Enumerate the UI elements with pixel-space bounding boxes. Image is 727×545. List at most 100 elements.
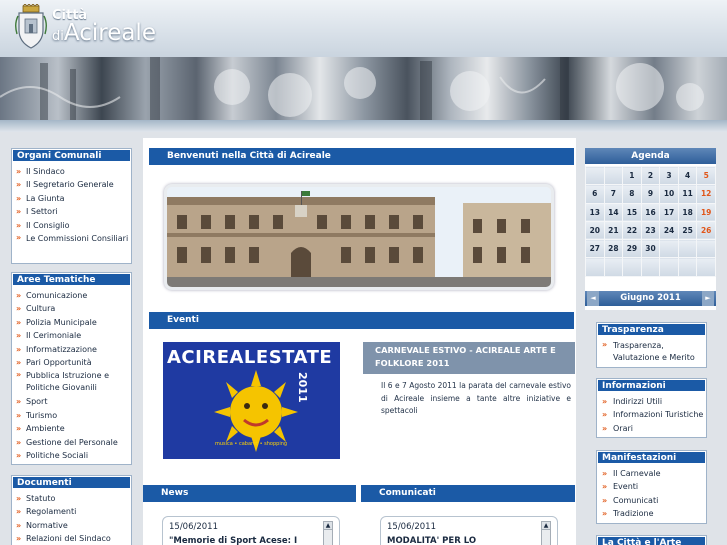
calendar-day[interactable]: 6: [585, 184, 605, 204]
menu-item-pari-opportunita[interactable]: Pari Opportunità: [12, 356, 131, 370]
header-banner-image: [0, 57, 727, 121]
calendar-day[interactable]: 14: [603, 202, 624, 222]
city-title: diAcireale: [52, 20, 156, 46]
news-scrollbar[interactable]: ▲: [323, 521, 333, 545]
calendar-day[interactable]: 15: [622, 202, 642, 222]
calendar-day[interactable]: 12: [696, 184, 716, 204]
calendar-day: [677, 239, 698, 259]
calendar-week: 20 21 22 23 24 25 26: [585, 220, 716, 241]
menu-item-consiglio[interactable]: Il Consiglio: [12, 219, 131, 233]
calendar-day[interactable]: 5: [696, 165, 716, 186]
calendar-day[interactable]: 9: [640, 184, 661, 204]
aree-tematiche-title: Aree Tematiche: [12, 273, 131, 286]
event-description: Il 6 e 7 Agosto 2011 la parata del carne…: [381, 381, 571, 416]
site-logo[interactable]: Città diAcireale: [0, 0, 330, 58]
welcome-title: Benvenuti nella Città di Acireale: [149, 148, 574, 165]
menu-item-regolamenti[interactable]: Regolamenti: [12, 505, 131, 519]
calendar-day[interactable]: 28: [603, 239, 624, 259]
calendar-day[interactable]: 29: [622, 239, 642, 259]
comunicati-title: Comunicati: [361, 485, 575, 502]
menu-item-comunicati[interactable]: Comunicati: [597, 494, 706, 508]
calendar-week: [585, 257, 716, 277]
comunicati-scrollbar[interactable]: ▲: [541, 521, 551, 545]
organi-comunali-box: Organi Comunali Il Sindaco Il Segretario…: [11, 148, 132, 264]
calendar-day[interactable]: 3: [659, 165, 679, 186]
informazioni-list: Indirizzi Utili Informazioni Turistiche …: [597, 392, 706, 436]
menu-item-info-turistiche[interactable]: Informazioni Turistiche: [597, 408, 706, 422]
menu-item-segretario[interactable]: Il Segretario Generale: [12, 178, 131, 192]
calendar-day[interactable]: 19: [696, 202, 716, 222]
menu-item-gestione-personale[interactable]: Gestione del Personale: [12, 436, 131, 450]
documenti-list: Statuto Regolamenti Normative Relazioni …: [12, 489, 131, 545]
calendar-day[interactable]: 11: [677, 184, 698, 204]
calendar-day[interactable]: 25: [677, 220, 698, 241]
calendar-day[interactable]: 18: [677, 202, 698, 222]
scroll-up-icon[interactable]: ▲: [542, 522, 550, 530]
calendar-day[interactable]: 16: [640, 202, 661, 222]
calendar-day[interactable]: 7: [603, 184, 624, 204]
menu-item-tradizione[interactable]: Tradizione: [597, 507, 706, 521]
news-headline[interactable]: "Memorie di Sport Acese: I: [169, 536, 297, 545]
news-date: 15/06/2011: [169, 522, 218, 532]
menu-item-eventi[interactable]: Eventi: [597, 480, 706, 494]
menu-item-statuto[interactable]: Statuto: [12, 492, 131, 506]
calendar-day: [659, 257, 679, 277]
next-month-button[interactable]: ►: [702, 291, 714, 306]
eventi-title: Eventi: [149, 312, 574, 329]
menu-item-commissioni[interactable]: Le Commissioni Consiliari: [12, 232, 131, 246]
menu-item-giunta[interactable]: La Giunta: [12, 192, 131, 206]
menu-item-carnevale[interactable]: Il Carnevale: [597, 467, 706, 481]
calendar-day[interactable]: 24: [659, 220, 679, 241]
calendar-day[interactable]: 27: [585, 239, 605, 259]
menu-item-indirizzi[interactable]: Indirizzi Utili: [597, 395, 706, 409]
scroll-up-icon[interactable]: ▲: [324, 522, 332, 530]
calendar-day: [603, 165, 624, 186]
menu-item-ambiente[interactable]: Ambiente: [12, 422, 131, 436]
comunicati-date: 15/06/2011: [387, 522, 436, 532]
palazzo-photo[interactable]: [164, 184, 554, 290]
menu-item-comunicazione[interactable]: Comunicazione: [12, 289, 131, 303]
comunicati-headline[interactable]: MODALITA' PER LO: [387, 536, 476, 545]
poster-title: ACIREALESTATE: [167, 347, 333, 368]
calendar-day[interactable]: 23: [640, 220, 661, 241]
menu-item-sindaco[interactable]: Il Sindaco: [12, 165, 131, 179]
town-hall-image: [167, 187, 551, 287]
calendar-day[interactable]: 1: [622, 165, 642, 186]
calendar-day[interactable]: 10: [659, 184, 679, 204]
menu-item-turismo[interactable]: Turismo: [12, 409, 131, 423]
menu-item-polizia[interactable]: Polizia Municipale: [12, 316, 131, 330]
news-title: News: [143, 485, 356, 502]
event-headline[interactable]: CARNEVALE ESTIVO - ACIREALE ARTE E FOLKL…: [363, 342, 575, 374]
calendar-day[interactable]: 17: [659, 202, 679, 222]
menu-item-settori[interactable]: I Settori: [12, 205, 131, 219]
calendar-day[interactable]: 26: [696, 220, 716, 241]
calendar-day[interactable]: 13: [585, 202, 605, 222]
menu-item-informatizzazione[interactable]: Informatizzazione: [12, 343, 131, 357]
calendar-week: 12345: [585, 165, 716, 186]
calendar-day[interactable]: 22: [622, 220, 642, 241]
calendar-day[interactable]: 30: [640, 239, 661, 259]
menu-item-normative[interactable]: Normative: [12, 519, 131, 533]
arte-box: La Città e l'Arte: [596, 535, 707, 545]
menu-item-relazioni[interactable]: Relazioni del Sindaco: [12, 532, 131, 545]
calendar-day: [622, 257, 642, 277]
menu-item-trasparenza[interactable]: Trasparenza, Valutazione e Merito: [597, 339, 706, 365]
menu-item-cultura[interactable]: Cultura: [12, 302, 131, 316]
calendar-day[interactable]: 21: [603, 220, 624, 241]
acirealestate-poster[interactable]: ACIREALESTATE 2011 musica • cabaret • sh…: [163, 342, 340, 459]
menu-item-pubblica-istruzione[interactable]: Pubblica Istruzione e Politiche Giovanil…: [12, 369, 131, 395]
calendar-nav: ◄ Giugno 2011 ►: [585, 291, 716, 306]
menu-item-politiche-sociali[interactable]: Politiche Sociali: [12, 449, 131, 463]
comunicati-panel: 15/06/2011 MODALITA' PER LO ▲: [380, 516, 558, 545]
menu-item-sport[interactable]: Sport: [12, 395, 131, 409]
news-panel: 15/06/2011 "Memorie di Sport Acese: I ▲: [162, 516, 340, 545]
calendar-day[interactable]: 4: [677, 165, 698, 186]
prev-month-button[interactable]: ◄: [587, 291, 599, 306]
organi-comunali-list: Il Sindaco Il Segretario Generale La Giu…: [12, 162, 131, 246]
calendar-day[interactable]: 20: [585, 220, 605, 241]
calendar-day[interactable]: 2: [640, 165, 661, 186]
menu-item-cerimoniale[interactable]: Il Cerimoniale: [12, 329, 131, 343]
calendar-day[interactable]: 8: [622, 184, 642, 204]
calendar-day: [640, 257, 661, 277]
menu-item-orari[interactable]: Orari: [597, 422, 706, 436]
